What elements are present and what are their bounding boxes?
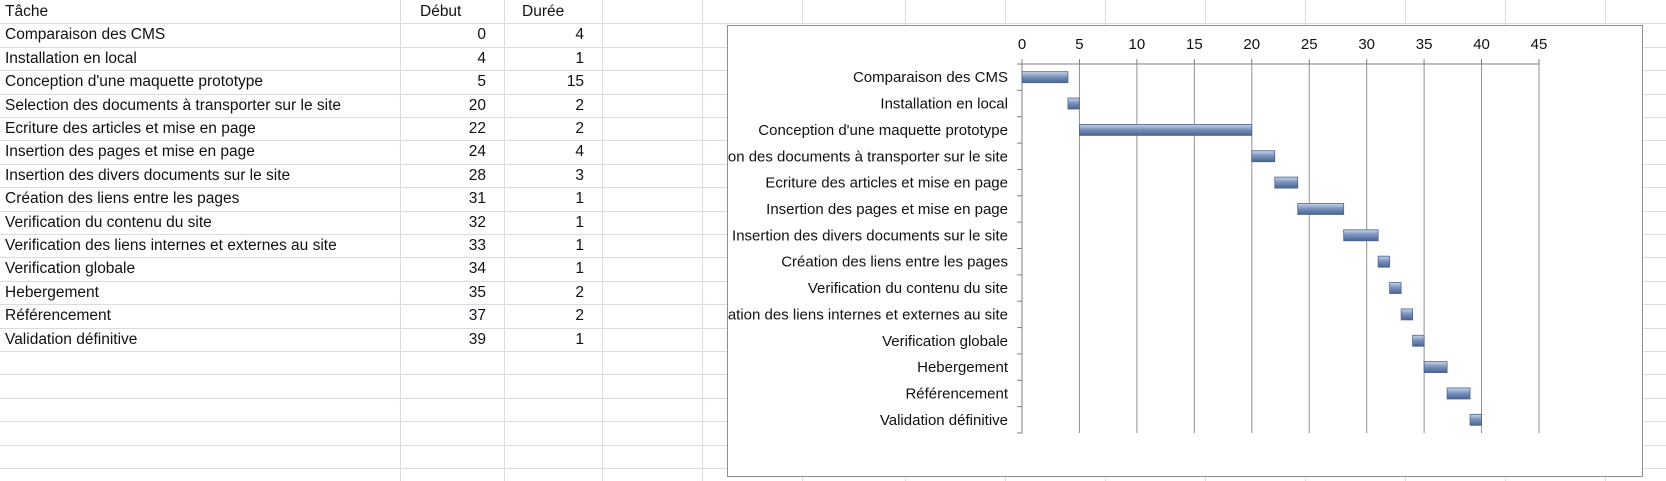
x-tick-label: 20 bbox=[1243, 36, 1260, 53]
category-label: Conception d'une maquette prototype bbox=[758, 122, 1008, 139]
duration-cell[interactable]: 2 bbox=[490, 281, 584, 304]
category-label: Hebergement bbox=[917, 359, 1009, 376]
x-tick-label: 35 bbox=[1416, 36, 1433, 53]
category-label: Selection des documents à transporter su… bbox=[728, 148, 1008, 165]
start-cell[interactable]: 31 bbox=[395, 187, 486, 210]
category-label: Insertion des divers documents sur le si… bbox=[732, 227, 1008, 244]
category-label: Verification des liens internes et exter… bbox=[728, 306, 1008, 323]
duration-cell[interactable]: 2 bbox=[490, 117, 584, 140]
x-tick-label: 10 bbox=[1129, 36, 1146, 53]
task-cell[interactable]: Verification du contenu du site bbox=[5, 211, 395, 234]
x-tick-label: 5 bbox=[1075, 36, 1083, 53]
category-label: Validation définitive bbox=[880, 412, 1008, 429]
duration-bar bbox=[1412, 334, 1425, 347]
duration-cell[interactable]: 1 bbox=[490, 328, 584, 351]
x-tick-label: 25 bbox=[1301, 36, 1318, 53]
duration-cell[interactable]: 1 bbox=[490, 47, 584, 70]
category-label: Installation en local bbox=[880, 96, 1008, 113]
task-cell[interactable]: Comparaison des CMS bbox=[5, 23, 395, 46]
task-cell[interactable]: Conception d'une maquette prototype bbox=[5, 70, 395, 93]
duration-bar bbox=[1446, 387, 1471, 400]
category-label: Comparaison des CMS bbox=[853, 69, 1008, 86]
category-label: Insertion des pages et mise en page bbox=[766, 201, 1008, 218]
duration-cell[interactable]: 1 bbox=[490, 187, 584, 210]
duration-bar bbox=[1067, 97, 1080, 110]
duration-bar bbox=[1079, 123, 1253, 136]
task-cell[interactable]: Référencement bbox=[5, 304, 395, 327]
header-start[interactable]: Début bbox=[420, 0, 500, 23]
task-cell[interactable]: Verification des liens internes et exter… bbox=[5, 234, 395, 257]
duration-cell[interactable]: 1 bbox=[490, 257, 584, 280]
x-tick-label: 0 bbox=[1018, 36, 1026, 53]
task-cell[interactable]: Validation définitive bbox=[5, 328, 395, 351]
gantt-chart-svg: 0 5 10 15 20 25 30 35 40 45 Comparaison des CMS Ins… bbox=[728, 36, 1548, 434]
category-label: Création des liens entre les pages bbox=[781, 254, 1008, 271]
duration-bar bbox=[1469, 413, 1482, 426]
category-label: Verification du contenu du site bbox=[808, 280, 1008, 297]
x-tick-label: 30 bbox=[1358, 36, 1375, 53]
duration-bar bbox=[1389, 282, 1402, 294]
duration-bar bbox=[1297, 203, 1345, 215]
start-cell[interactable]: 4 bbox=[395, 47, 486, 70]
category-label: Référencement bbox=[905, 385, 1008, 402]
duration-bar bbox=[1400, 308, 1414, 321]
start-cell[interactable]: 37 bbox=[395, 304, 486, 327]
duration-bar bbox=[1423, 361, 1448, 374]
duration-bar bbox=[1021, 71, 1069, 84]
start-cell[interactable]: 39 bbox=[395, 328, 486, 351]
duration-bar bbox=[1343, 229, 1379, 242]
task-cell[interactable]: Hebergement bbox=[5, 281, 395, 304]
start-cell[interactable]: 20 bbox=[395, 94, 486, 117]
duration-cell[interactable]: 15 bbox=[490, 70, 584, 93]
category-label: Verification globale bbox=[882, 333, 1008, 350]
duration-cell[interactable]: 1 bbox=[490, 211, 584, 234]
x-tick-label: 15 bbox=[1186, 36, 1203, 53]
duration-cell[interactable]: 3 bbox=[490, 164, 584, 187]
task-cell[interactable]: Selection des documents à transporter su… bbox=[5, 94, 395, 117]
task-cell[interactable]: Création des liens entre les pages bbox=[5, 187, 395, 210]
start-cell[interactable]: 5 bbox=[395, 70, 486, 93]
duration-bar bbox=[1377, 255, 1391, 268]
task-cell[interactable]: Insertion des divers documents sur le si… bbox=[5, 164, 395, 187]
header-task[interactable]: Tâche bbox=[5, 0, 395, 23]
duration-bar bbox=[1274, 176, 1299, 189]
header-duration[interactable]: Durée bbox=[522, 0, 602, 23]
duration-cell[interactable]: 4 bbox=[490, 140, 584, 163]
x-tick-label: 45 bbox=[1531, 36, 1548, 53]
grid-column-line bbox=[702, 0, 703, 481]
task-cell[interactable]: Installation en local bbox=[5, 47, 395, 70]
x-tick-label: 40 bbox=[1473, 36, 1490, 53]
duration-cell[interactable]: 2 bbox=[490, 304, 584, 327]
duration-bar bbox=[1251, 150, 1276, 163]
duration-cell[interactable]: 4 bbox=[490, 23, 584, 46]
start-cell[interactable]: 35 bbox=[395, 281, 486, 304]
data-table: Tâche Début Durée Comparaison des CMS 0 4 I… bbox=[0, 0, 640, 481]
start-cell[interactable]: 28 bbox=[395, 164, 486, 187]
start-cell[interactable]: 34 bbox=[395, 257, 486, 280]
task-cell[interactable]: Ecriture des articles et mise en page bbox=[5, 117, 395, 140]
start-cell[interactable]: 0 bbox=[395, 23, 486, 46]
start-cell[interactable]: 22 bbox=[395, 117, 486, 140]
task-cell[interactable]: Insertion des pages et mise en page bbox=[5, 140, 395, 163]
category-label: Ecriture des articles et mise en page bbox=[765, 175, 1008, 192]
start-cell[interactable]: 32 bbox=[395, 211, 486, 234]
gantt-chart[interactable]: 0 5 10 15 20 25 30 35 40 45 Comparaison des CMS Ins… bbox=[727, 25, 1643, 477]
duration-cell[interactable]: 1 bbox=[490, 234, 584, 257]
task-cell[interactable]: Verification globale bbox=[5, 257, 395, 280]
start-cell[interactable]: 24 bbox=[395, 140, 486, 163]
duration-cell[interactable]: 2 bbox=[490, 94, 584, 117]
start-cell[interactable]: 33 bbox=[395, 234, 486, 257]
